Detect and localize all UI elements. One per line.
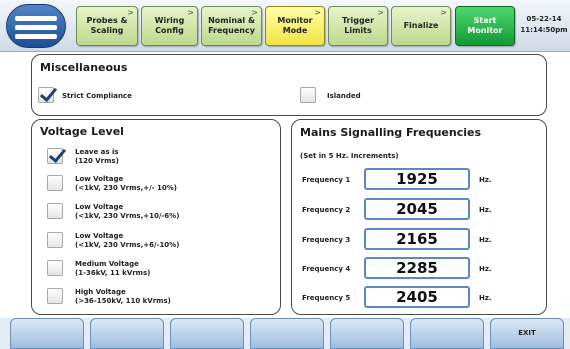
voltage-option-label: Medium Voltage (1-36kV, 11 kVrms)	[75, 260, 151, 277]
chevron-right-icon: >	[377, 8, 384, 17]
frequency-input[interactable]: 2045	[364, 198, 470, 220]
voltage-option-checkbox[interactable]	[47, 203, 63, 219]
strict-compliance-checkbox[interactable]	[38, 87, 54, 103]
frequency-input[interactable]: 2405	[364, 286, 470, 308]
increment-note: (Set in 5 Hz. Increments)	[300, 152, 399, 160]
chevron-right-icon: >	[127, 8, 134, 17]
voltage-option-label: Low Voltage (<1kV, 230 Vrms,+6/-10%)	[75, 232, 180, 249]
islanded-checkbox[interactable]	[300, 87, 316, 103]
tab-probes-scaling[interactable]: > Probes & Scaling	[76, 6, 138, 46]
hz-unit-label: Hz.	[479, 236, 492, 244]
voltage-option-label: Low Voltage (<1kV, 230 Vrms,+/- 10%)	[75, 175, 177, 192]
date-time-display: 05-22-14 11:14:50pm	[520, 14, 568, 36]
voltage-option-checkbox[interactable]	[47, 148, 63, 164]
voltage-level-title: Voltage Level	[40, 125, 124, 138]
voltage-option-checkbox[interactable]	[47, 232, 63, 248]
chevron-right-icon: >	[187, 8, 194, 17]
chevron-right-icon: >	[251, 8, 258, 17]
softkey-button[interactable]	[250, 318, 324, 349]
voltage-option-checkbox[interactable]	[47, 260, 63, 276]
app-logo-icon	[6, 4, 66, 48]
softkey-button[interactable]	[330, 318, 404, 349]
hz-unit-label: Hz.	[479, 206, 492, 214]
softkey-button[interactable]	[10, 318, 84, 349]
strict-compliance-label: Strict Compliance	[62, 92, 132, 100]
hz-unit-label: Hz.	[479, 294, 492, 302]
tab-nominal-frequency[interactable]: > Nominal & Frequency	[201, 6, 262, 46]
frequency-label: Frequency 4	[302, 265, 351, 273]
hz-unit-label: Hz.	[479, 176, 492, 184]
islanded-label: Islanded	[327, 92, 361, 100]
chevron-right-icon: >	[314, 8, 321, 17]
tab-wiring-config[interactable]: > Wiring Config	[141, 6, 198, 46]
date-text: 05-22-14	[526, 15, 562, 23]
softkey-button[interactable]	[90, 318, 164, 349]
mains-signalling-title: Mains Signalling Frequencies	[300, 126, 482, 139]
start-monitor-button[interactable]: Start Monitor	[455, 6, 515, 46]
tab-finalize[interactable]: > Finalize	[391, 6, 451, 46]
voltage-option-label: Leave as is (120 Vrms)	[75, 148, 119, 165]
chevron-right-icon: >	[440, 8, 447, 17]
softkey-button[interactable]	[170, 318, 244, 349]
tab-monitor-mode[interactable]: > Monitor Mode	[265, 6, 325, 46]
exit-button[interactable]: EXIT	[490, 318, 564, 349]
voltage-option-checkbox[interactable]	[47, 288, 63, 304]
hz-unit-label: Hz.	[479, 265, 492, 273]
voltage-option-label: Low Voltage (<1kV, 230 Vrms,+10/-6%)	[75, 203, 180, 220]
frequency-input[interactable]: 2285	[364, 257, 470, 279]
softkey-button[interactable]	[410, 318, 484, 349]
frequency-label: Frequency 1	[302, 176, 351, 184]
tab-trigger-limits[interactable]: > Trigger Limits	[328, 6, 388, 46]
frequency-input[interactable]: 1925	[364, 168, 470, 190]
voltage-option-checkbox[interactable]	[47, 175, 63, 191]
frequency-label: Frequency 3	[302, 236, 351, 244]
frequency-label: Frequency 5	[302, 294, 351, 302]
frequency-label: Frequency 2	[302, 206, 351, 214]
frequency-input[interactable]: 2165	[364, 228, 470, 250]
voltage-option-label: High Voltage (>36-150kV, 110 kVrms)	[75, 288, 171, 305]
time-text: 11:14:50pm	[520, 26, 568, 34]
miscellaneous-title: Miscellaneous	[40, 61, 128, 74]
